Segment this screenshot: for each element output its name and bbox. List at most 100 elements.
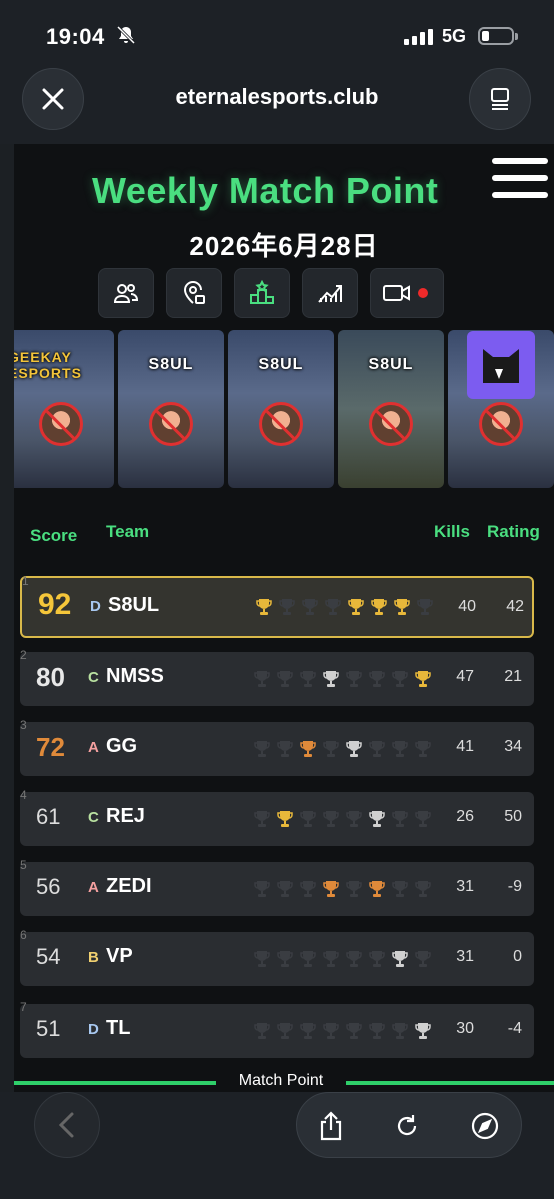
trophy-icon	[277, 741, 293, 757]
rank-number: 5	[20, 858, 27, 872]
reload-button[interactable]	[387, 1106, 427, 1146]
trophy-icon	[371, 599, 387, 615]
page-title: Weekly Match Point	[92, 170, 439, 211]
compass-button[interactable]	[465, 1106, 505, 1146]
team-header: Team	[106, 522, 150, 541]
rank-number: 3	[20, 718, 27, 732]
team-name: TL	[106, 1017, 131, 1039]
trophy-icon	[300, 1023, 316, 1039]
trophy-icon	[346, 951, 362, 967]
teams-view-button[interactable]	[98, 268, 154, 318]
trophy-icon	[254, 671, 270, 687]
menu-button[interactable]	[492, 158, 548, 202]
chevron-left-icon	[58, 1112, 74, 1138]
status-time: 19:04	[46, 24, 105, 49]
team-name: ZEDI	[106, 875, 152, 897]
trophy-icon	[346, 1023, 362, 1039]
trophy-icon	[277, 811, 293, 827]
trophy-icon	[346, 811, 362, 827]
team-logo	[448, 330, 554, 400]
share-button[interactable]	[311, 1106, 351, 1146]
web-page: Weekly Match Point 2026年6月28日 GEEKAY ESP…	[14, 144, 554, 1092]
table-row[interactable]: 4 61 C REJ 26 50	[20, 788, 534, 846]
reader-icon	[491, 88, 509, 110]
team-name: NMSS	[106, 665, 164, 687]
podium-icon	[250, 280, 274, 304]
match-point-label: Match Point	[216, 1072, 346, 1092]
trophy-icon	[394, 599, 410, 615]
trophy-icon	[300, 811, 316, 827]
live-video-button[interactable]	[370, 268, 444, 318]
table-row[interactable]: 2 80 C NMSS 47 21	[20, 648, 534, 706]
team-score: 92	[38, 588, 72, 621]
team-logo: S8UL	[368, 356, 414, 373]
trophy-icon	[277, 1023, 293, 1039]
eliminated-player-avatar	[259, 402, 303, 446]
rank-number: 4	[20, 788, 27, 802]
trophy-icon	[256, 599, 272, 615]
users-icon	[113, 284, 139, 303]
team-grade: D	[88, 1021, 99, 1038]
browser-url-bar: eternalesports.club	[0, 68, 554, 144]
table-row[interactable]: 7 51 D TL 30 -4	[20, 1000, 534, 1058]
wolf-logo-icon	[467, 331, 535, 399]
eliminated-player-avatar	[479, 402, 523, 446]
trophy-icon	[392, 671, 408, 687]
trophy-icon	[323, 811, 339, 827]
back-button[interactable]	[34, 1092, 100, 1158]
team-rating: 34	[504, 738, 522, 755]
leaderboard-view-button[interactable]	[234, 268, 290, 318]
team-card[interactable]: S8UL	[338, 330, 444, 488]
rating-header: Rating	[487, 522, 540, 541]
trophy-icon	[369, 951, 385, 967]
table-row[interactable]: 6 54 B VP 31 0	[20, 928, 534, 986]
trophy-icon	[369, 741, 385, 757]
team-kills: 47	[456, 668, 474, 685]
rank-number: 6	[20, 928, 27, 942]
team-grade: D	[90, 598, 101, 615]
team-grade: B	[88, 949, 99, 966]
eliminated-player-avatar	[149, 402, 193, 446]
trophy-icon	[300, 951, 316, 967]
trophy-icon	[254, 1023, 270, 1039]
share-icon	[320, 1111, 342, 1141]
table-row[interactable]: 1 92 D S8UL 40 42	[20, 574, 534, 638]
team-kills: 31	[456, 878, 474, 895]
reader-mode-button[interactable]	[469, 68, 531, 130]
trophy-icon	[415, 951, 431, 967]
team-name: S8UL	[108, 594, 160, 616]
team-cards-strip: GEEKAY ESPORTS S8UL S8UL S8UL	[14, 330, 554, 490]
trophy-icon	[346, 881, 362, 897]
table-row[interactable]: 3 72 A GG 41 34	[20, 718, 534, 776]
stats-view-button[interactable]	[302, 268, 358, 318]
team-card[interactable]: GEEKAY ESPORTS	[14, 330, 114, 488]
trophy-icon	[323, 741, 339, 757]
team-score: 54	[36, 944, 61, 969]
team-score: 56	[36, 874, 61, 899]
team-score: 80	[36, 662, 65, 692]
eliminated-player-avatar	[369, 402, 413, 446]
team-grade: C	[88, 809, 99, 826]
team-card[interactable]: S8UL	[118, 330, 224, 488]
trophy-icon	[346, 741, 362, 757]
team-rating: 21	[504, 668, 522, 685]
trophy-icon	[392, 811, 408, 827]
team-score: 72	[36, 732, 65, 762]
map-view-button[interactable]	[166, 268, 222, 318]
trophy-icon	[254, 741, 270, 757]
trophy-icon	[277, 671, 293, 687]
trophy-icon	[415, 811, 431, 827]
trophy-icon	[325, 599, 341, 615]
table-row[interactable]: 5 56 A ZEDI 31 -9	[20, 858, 534, 916]
team-logo: S8UL	[258, 356, 304, 373]
trophy-icon	[415, 741, 431, 757]
team-rating: -4	[507, 1020, 522, 1037]
browser-actions	[296, 1092, 522, 1158]
team-card[interactable]: S8UL	[228, 330, 334, 488]
team-name: VP	[106, 945, 133, 967]
chart-icon	[318, 285, 342, 303]
rank-number: 2	[20, 648, 27, 662]
team-score: 51	[36, 1016, 61, 1041]
team-card[interactable]	[448, 330, 554, 488]
team-logo: GEEKAY ESPORTS	[14, 349, 82, 381]
